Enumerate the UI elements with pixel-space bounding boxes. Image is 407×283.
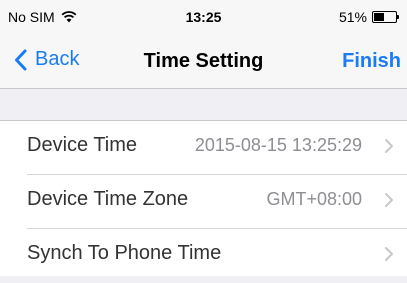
section-spacer xyxy=(0,89,407,120)
row-label: Synch To Phone Time xyxy=(27,242,222,264)
status-right: 51% xyxy=(339,9,399,25)
row-label: Device Time Zone xyxy=(27,188,189,210)
chevron-right-icon xyxy=(385,193,393,207)
battery-percent: 51% xyxy=(338,9,367,25)
row-device-time-zone[interactable]: Device Time Zone GMT+08:00 xyxy=(0,175,407,229)
finish-button[interactable]: Finish xyxy=(342,50,401,73)
row-value: GMT+08:00 xyxy=(266,189,362,209)
chevron-right-icon xyxy=(385,247,393,261)
settings-list: Device Time 2015-08-15 13:25:29 Device T… xyxy=(0,120,407,276)
status-bar: No SIM 13:25 51% xyxy=(0,0,407,34)
navigation-bar: Back Time Setting Finish xyxy=(0,34,407,89)
battery-icon xyxy=(372,11,399,23)
row-label: Device Time xyxy=(27,134,138,156)
chevron-right-icon xyxy=(385,139,393,153)
battery-fill xyxy=(374,13,384,21)
row-value: 2015-08-15 13:25:29 xyxy=(194,135,362,155)
row-device-time[interactable]: Device Time 2015-08-15 13:25:29 xyxy=(0,121,407,175)
